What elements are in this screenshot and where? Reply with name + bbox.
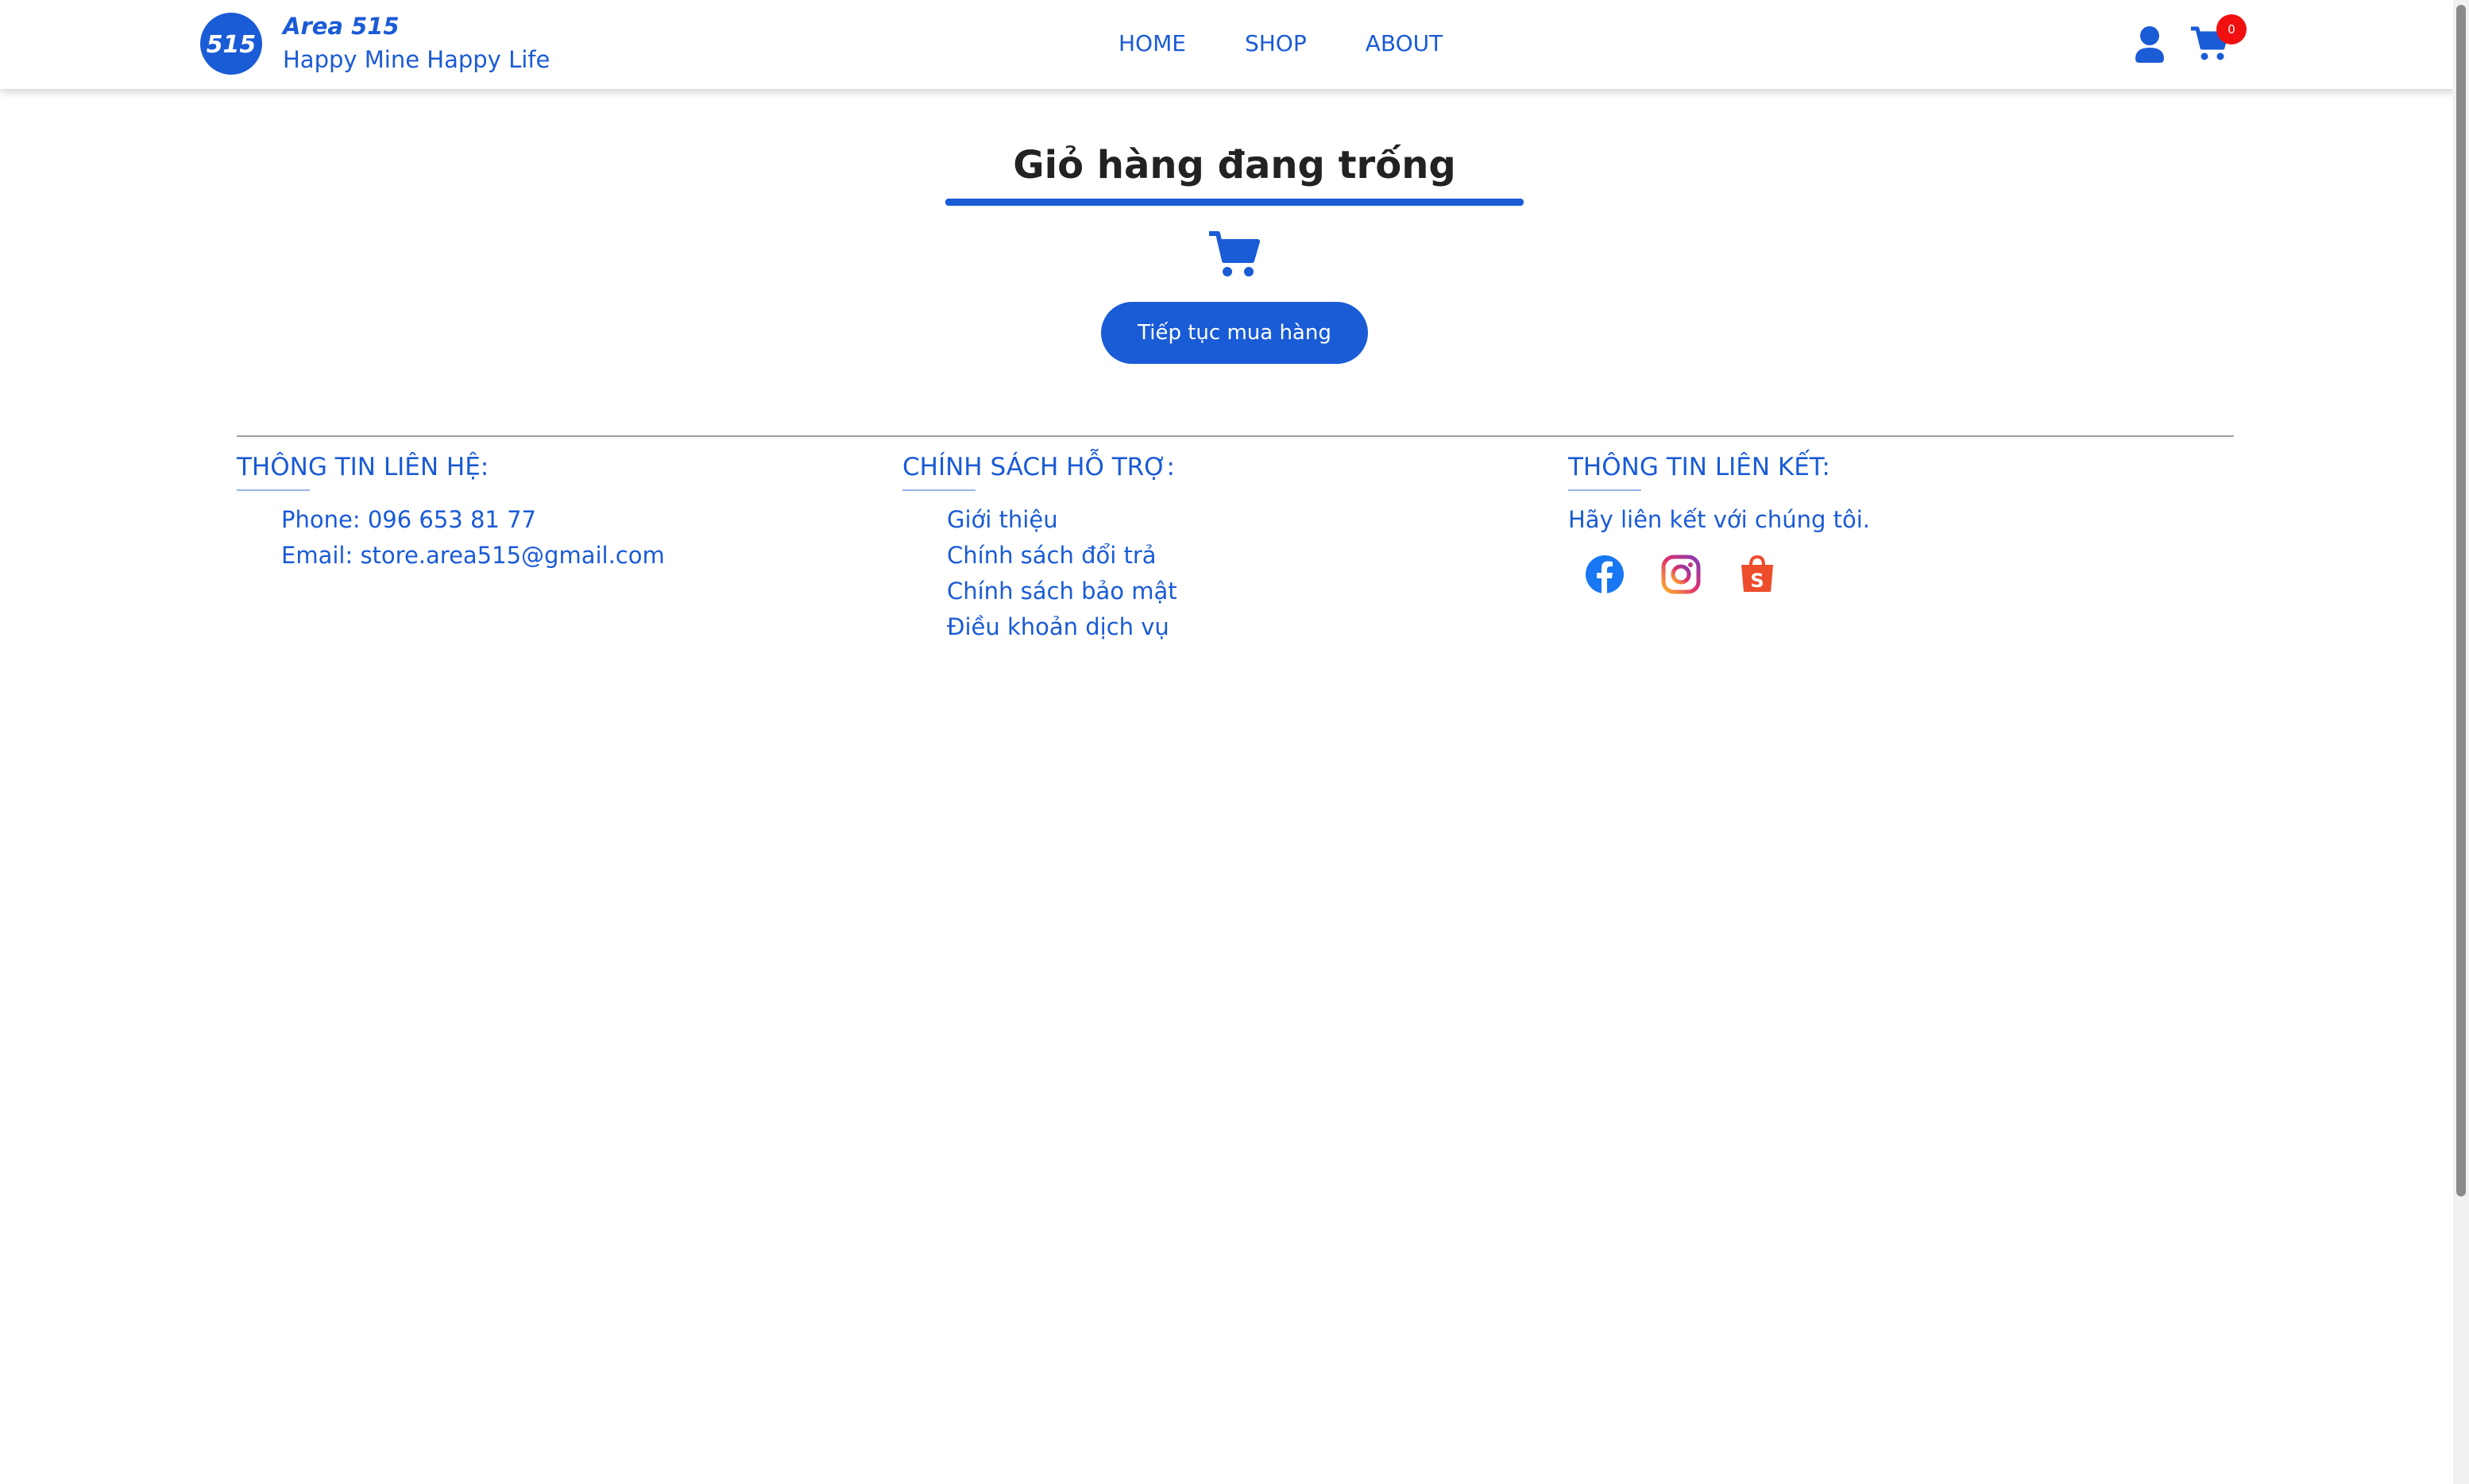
links-text: Hãy liên kết với chúng tôi.	[1568, 506, 1871, 533]
instagram-icon[interactable]	[1660, 554, 1702, 595]
logo-icon[interactable]: 515	[200, 13, 262, 75]
social-links: S	[1568, 554, 1870, 595]
policy-link-returns[interactable]: Chính sách đổi trả	[947, 538, 1177, 574]
svg-text:S: S	[1750, 570, 1764, 592]
user-icon[interactable]	[2134, 25, 2166, 64]
cart-count-badge: 0	[2216, 14, 2247, 44]
policy-link-privacy[interactable]: Chính sách bảo mật	[947, 574, 1177, 609]
footer-divider	[237, 435, 2234, 437]
contact-email[interactable]: Email: store.area515@gmail.com	[281, 538, 665, 574]
links-title-underline	[1568, 489, 1641, 491]
title-underline	[945, 199, 1524, 206]
page-scrollbar[interactable]	[2453, 0, 2469, 1484]
site-header: 515 Area 515 Happy Mine Happy Life HOME …	[0, 0, 2455, 89]
brand-tagline: Happy Mine Happy Life	[283, 46, 551, 73]
policy-link-about[interactable]: Giới thiệu	[947, 502, 1177, 538]
facebook-icon[interactable]	[1584, 554, 1625, 595]
contact-title-underline	[237, 489, 310, 491]
brand-name[interactable]: Area 515	[283, 13, 400, 40]
policy-title: CHÍNH SÁCH HỖ TRỢ:	[902, 453, 1175, 481]
footer-policy: CHÍNH SÁCH HỖ TRỢ: Giới thiệu Chính sách…	[902, 453, 1177, 645]
main-nav: HOME SHOP ABOUT	[1119, 30, 1443, 56]
scrollbar-thumb[interactable]	[2456, 5, 2466, 1196]
footer-contact: THÔNG TIN LIÊN HỆ: Phone: 096 653 81 77 …	[237, 453, 665, 574]
continue-shopping-button[interactable]: Tiếp tục mua hàng	[1101, 302, 1368, 364]
links-title: THÔNG TIN LIÊN KẾT:	[1568, 453, 1830, 481]
page-title: Giỏ hàng đang trống	[1013, 143, 1456, 187]
nav-shop[interactable]: SHOP	[1245, 30, 1307, 56]
nav-home[interactable]: HOME	[1119, 30, 1186, 56]
footer-links: THÔNG TIN LIÊN KẾT: Hãy liên kết với chú…	[1568, 453, 1870, 595]
contact-phone: Phone: 096 653 81 77	[281, 506, 536, 533]
empty-cart-icon	[1209, 231, 1260, 276]
nav-about[interactable]: ABOUT	[1366, 30, 1443, 56]
shopee-icon[interactable]: S	[1737, 554, 1778, 595]
svg-text:515: 515	[207, 31, 257, 59]
policy-link-terms[interactable]: Điều khoản dịch vụ	[947, 609, 1177, 645]
contact-title: THÔNG TIN LIÊN HỆ:	[237, 453, 489, 481]
policy-title-underline	[902, 489, 976, 491]
